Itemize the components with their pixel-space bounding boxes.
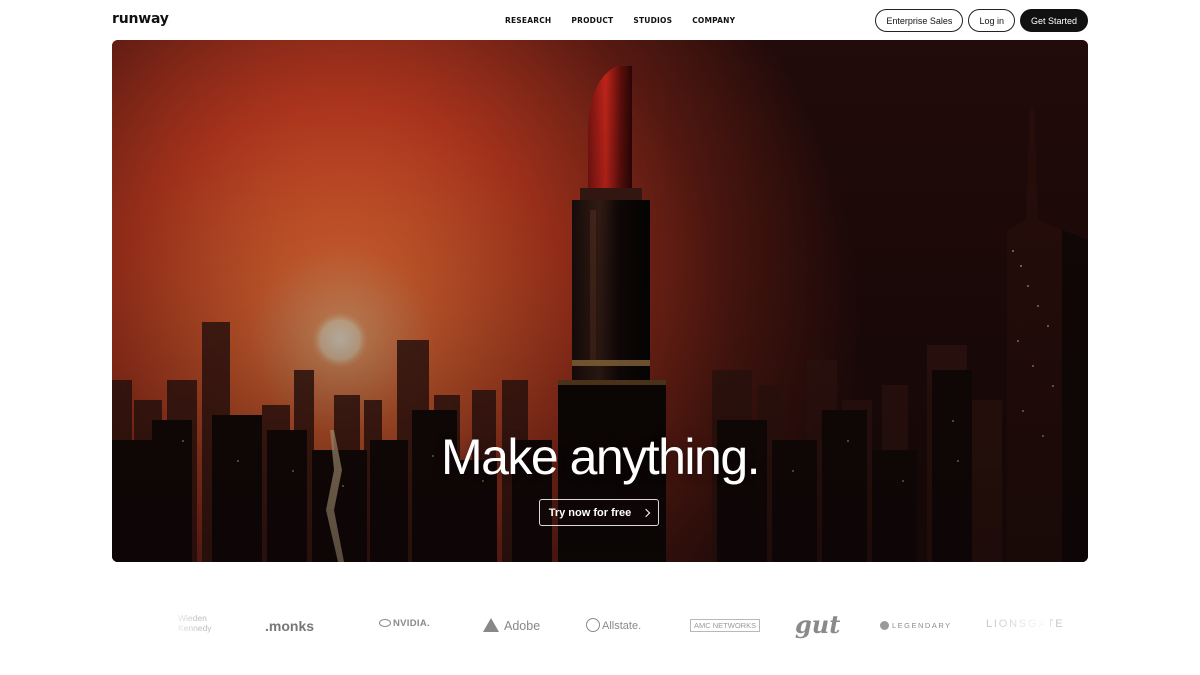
try-free-label: Try now for free: [548, 506, 632, 519]
runway-logo[interactable]: runway: [112, 11, 169, 27]
allstate-hands-icon: [586, 618, 600, 632]
header-actions: Enterprise Sales Log in Get Started: [875, 9, 1088, 32]
chevron-right-icon: [642, 508, 651, 517]
legendary-globe-icon: [880, 621, 889, 630]
site-header: runway RESEARCH PRODUCT STUDIOS COMPANY …: [0, 0, 1200, 40]
nvidia-wordmark: NVIDIA.: [393, 618, 430, 629]
nvidia-eye-icon: [379, 619, 391, 628]
adobe-a-icon: [483, 618, 499, 632]
hero-headline: Make anything.: [440, 429, 761, 485]
login-button[interactable]: Log in: [968, 9, 1015, 32]
enterprise-sales-button[interactable]: Enterprise Sales: [875, 9, 964, 32]
get-started-button[interactable]: Get Started: [1019, 9, 1088, 32]
amc-networks-logo: AMC NETWORKS: [690, 619, 761, 632]
nav-company[interactable]: COMPANY: [692, 16, 735, 25]
nav-research[interactable]: RESEARCH: [505, 16, 551, 25]
legendary-logo: LEGENDARY: [880, 621, 952, 630]
main-nav: RESEARCH PRODUCT STUDIOS COMPANY: [505, 16, 735, 25]
nav-product[interactable]: PRODUCT: [571, 16, 613, 25]
customer-logos: Wieden Kennedy .monks NVIDIA. Adobe Alls…: [0, 600, 1200, 650]
hero-banner: Make anything. Try now for free: [112, 40, 1088, 562]
logo-fade-right: [990, 600, 1050, 650]
logo-fade-left: [168, 600, 198, 650]
legendary-wordmark: LEGENDARY: [892, 621, 952, 630]
gut-logo: gut: [795, 610, 841, 639]
nav-studios[interactable]: STUDIOS: [633, 16, 672, 25]
adobe-wordmark: Adobe: [504, 619, 541, 633]
monks-logo: .monks: [265, 618, 315, 634]
allstate-wordmark: Allstate.: [602, 620, 642, 632]
try-free-button[interactable]: Try now for free: [539, 499, 659, 526]
nvidia-logo: NVIDIA.: [379, 618, 430, 629]
allstate-logo: Allstate.: [586, 618, 641, 632]
adobe-logo: Adobe: [483, 618, 540, 633]
